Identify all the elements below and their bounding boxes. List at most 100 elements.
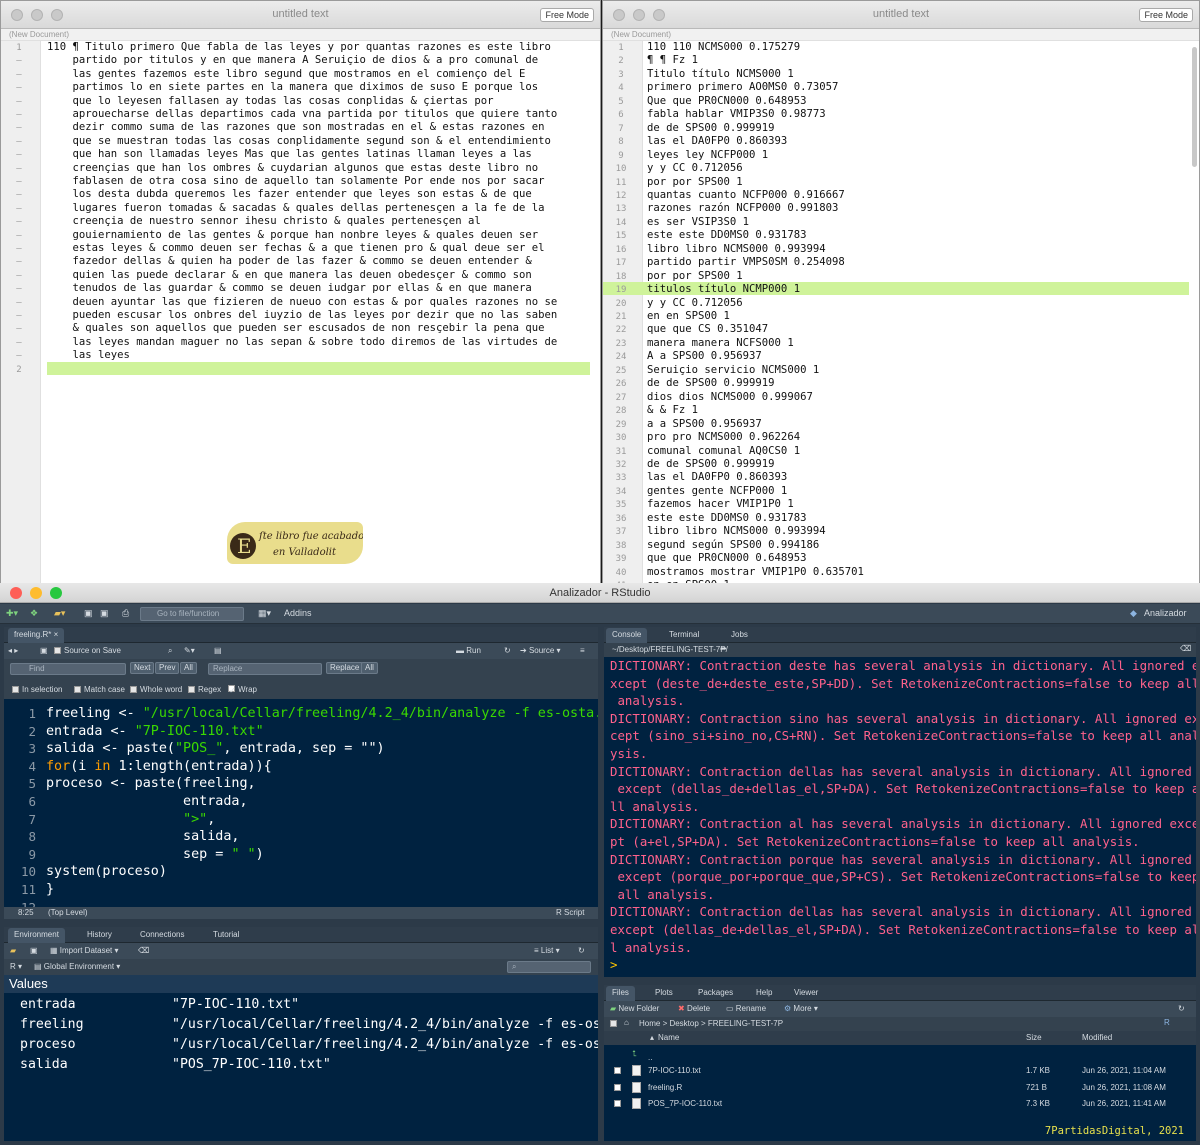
rerun-icon[interactable]: ↻ bbox=[504, 646, 511, 655]
global-env-dropdown[interactable]: ▤ Global Environment ▾ bbox=[34, 962, 120, 971]
open-file-icon[interactable]: ▰▾ bbox=[54, 608, 65, 619]
tab-console[interactable]: Console bbox=[606, 628, 648, 643]
file-checkbox[interactable] bbox=[614, 1100, 621, 1107]
free-mode-button[interactable]: Free Mode bbox=[540, 8, 594, 22]
r-project-icon[interactable]: R bbox=[1164, 1018, 1170, 1027]
file-checkbox[interactable] bbox=[614, 1083, 621, 1091]
broom-icon[interactable]: ⌫ bbox=[1180, 644, 1191, 653]
free-mode-button[interactable]: Free Mode bbox=[1139, 8, 1193, 22]
console-prompt[interactable]: > bbox=[610, 956, 1190, 974]
load-icon[interactable]: ▰ bbox=[10, 946, 16, 955]
source-button[interactable]: ➔ Source ▾ bbox=[520, 646, 561, 655]
tab-history[interactable]: History bbox=[81, 928, 118, 943]
print-icon[interactable]: ⎙ bbox=[122, 608, 129, 619]
find-all-button[interactable]: All bbox=[180, 662, 197, 674]
token-line: a a SPS00 0.956937 bbox=[647, 417, 762, 430]
new-project-icon[interactable]: ❖ bbox=[30, 608, 38, 619]
tab-tutorial[interactable]: Tutorial bbox=[207, 928, 245, 943]
save-icon[interactable]: ▣ bbox=[30, 946, 38, 955]
close-icon[interactable]: × bbox=[54, 630, 59, 639]
outline-icon[interactable]: ≡ bbox=[580, 646, 585, 655]
more-menu[interactable]: ⚙ More ▾ bbox=[784, 1004, 818, 1013]
line-number: 2 bbox=[16, 364, 22, 375]
parent-dir-row[interactable]: ⮤ .. bbox=[604, 1045, 1196, 1062]
line-number: 27 bbox=[615, 392, 627, 403]
col-name[interactable]: Name bbox=[658, 1031, 679, 1045]
select-all-checkbox[interactable] bbox=[610, 1019, 620, 1028]
run-button[interactable]: ▬ Run bbox=[456, 646, 481, 655]
save-icon[interactable]: ▣ bbox=[40, 646, 48, 655]
code-text: } bbox=[46, 882, 55, 897]
vertical-scrollbar[interactable] bbox=[1192, 47, 1197, 167]
find-next-button[interactable]: Next bbox=[130, 662, 155, 674]
match-case-checkbox[interactable]: Match case bbox=[74, 685, 125, 694]
tab-freeling-r[interactable]: freeling.R* × bbox=[8, 628, 65, 643]
report-icon[interactable]: ▤ bbox=[214, 646, 222, 655]
tab-help[interactable]: Help bbox=[750, 986, 778, 1001]
find-input[interactable]: Find bbox=[10, 663, 126, 675]
grid-icon[interactable]: ▦▾ bbox=[258, 608, 271, 619]
tab-files[interactable]: Files bbox=[606, 986, 635, 1001]
replace-input[interactable]: Replace bbox=[208, 663, 322, 675]
env-var-name: proceso bbox=[20, 1037, 76, 1052]
regex-checkbox[interactable]: Regex bbox=[188, 685, 221, 694]
addins-menu[interactable]: Addins bbox=[284, 608, 312, 618]
tab-environment[interactable]: Environment bbox=[8, 928, 65, 943]
wrap-checkbox[interactable]: ✓ Wrap bbox=[228, 685, 257, 695]
file-name[interactable]: freeling.R bbox=[648, 1079, 682, 1096]
project-icon: ◆ bbox=[1130, 608, 1137, 618]
wand-icon[interactable]: ✎▾ bbox=[184, 646, 195, 655]
tab-packages[interactable]: Packages bbox=[692, 986, 739, 1001]
env-search-input[interactable]: ⌕ bbox=[507, 961, 591, 973]
home-icon[interactable]: ⌂ bbox=[624, 1018, 629, 1027]
scope-level[interactable]: (Top Level) bbox=[48, 908, 88, 917]
goto-file-input[interactable]: Go to file/function bbox=[140, 607, 244, 621]
tab-connections[interactable]: Connections bbox=[134, 928, 190, 943]
find-prev-button[interactable]: Prev bbox=[155, 662, 180, 674]
file-type[interactable]: R Script bbox=[556, 908, 584, 917]
token-line: comunal comunal AQ0CS0 1 bbox=[647, 444, 801, 457]
col-size[interactable]: Size bbox=[1026, 1031, 1042, 1045]
file-row[interactable]: POS_7P-IOC-110.txt 7.3 KB Jun 26, 2021, 11… bbox=[604, 1095, 1196, 1112]
file-row[interactable]: 7P-IOC-110.txt 1.7 KB Jun 26, 2021, 11:04 … bbox=[604, 1062, 1196, 1079]
file-row[interactable]: freeling.R 721 B Jun 26, 2021, 11:08 AM bbox=[604, 1079, 1196, 1096]
goto-dir-icon[interactable]: ➦ bbox=[720, 644, 727, 653]
colophon-stamp-image: E ſte libro fue acabado en Valladolit bbox=[227, 522, 363, 564]
text-line: que se muestran todas las cosas conplida… bbox=[47, 134, 551, 147]
language-dropdown[interactable]: R ▾ bbox=[10, 962, 22, 971]
line-number: 31 bbox=[615, 446, 627, 457]
search-icon[interactable]: ⌕ bbox=[168, 646, 172, 656]
code-text: entrada, bbox=[46, 794, 248, 809]
save-all-icon[interactable]: ▣ bbox=[100, 608, 109, 619]
back-arrow-icon[interactable]: ◂ ▸ bbox=[8, 646, 18, 655]
delete-button[interactable]: ✖ Delete bbox=[678, 1004, 710, 1013]
save-icon[interactable]: ▣ bbox=[84, 608, 93, 619]
tab-terminal[interactable]: Terminal bbox=[663, 628, 705, 643]
whole-word-checkbox[interactable]: Whole word bbox=[130, 685, 182, 694]
col-modified[interactable]: Modified bbox=[1082, 1031, 1112, 1045]
refresh-icon[interactable]: ↻ bbox=[1178, 1004, 1185, 1013]
svg-text:ſte libro fue acabado: ſte libro fue acabado bbox=[258, 531, 363, 542]
tab-jobs[interactable]: Jobs bbox=[725, 628, 754, 643]
replace-button[interactable]: Replace bbox=[326, 662, 364, 674]
new-file-icon[interactable]: ✚▾ bbox=[6, 608, 18, 619]
main-toolbar: ✚▾ ❖ ▰▾ ▣ ▣ ⎙ Go to file/function ▦▾ Add… bbox=[0, 604, 1200, 624]
string-literal: "7P-IOC-110.txt" bbox=[134, 723, 264, 739]
tab-plots[interactable]: Plots bbox=[649, 986, 679, 1001]
replace-all-button[interactable]: All bbox=[361, 662, 378, 674]
rename-button[interactable]: ▭ Rename bbox=[726, 1004, 766, 1013]
file-name[interactable]: 7P-IOC-110.txt bbox=[648, 1062, 701, 1079]
in-selection-checkbox[interactable]: In selection bbox=[12, 685, 62, 694]
refresh-icon[interactable]: ↻ bbox=[578, 946, 585, 955]
breadcrumb-path[interactable]: Home > Desktop > FREELING-TEST-7P bbox=[639, 1019, 783, 1028]
string-literal: "/usr/local/Cellar/freeling/4.2_4/bin/an… bbox=[142, 706, 598, 721]
tab-viewer[interactable]: Viewer bbox=[788, 986, 824, 1001]
new-folder-button[interactable]: ▰ New Folder bbox=[610, 1004, 659, 1013]
file-name[interactable]: POS_7P-IOC-110.txt bbox=[648, 1095, 722, 1112]
broom-icon[interactable]: ⌫ bbox=[138, 946, 149, 955]
list-view-dropdown[interactable]: ≡ List ▾ bbox=[534, 946, 560, 955]
file-checkbox[interactable] bbox=[614, 1067, 621, 1074]
source-on-save-checkbox[interactable]: Source on Save bbox=[54, 646, 121, 655]
import-dataset-button[interactable]: ▦ Import Dataset ▾ bbox=[50, 946, 119, 955]
project-menu[interactable]: Analizador bbox=[1144, 608, 1187, 618]
